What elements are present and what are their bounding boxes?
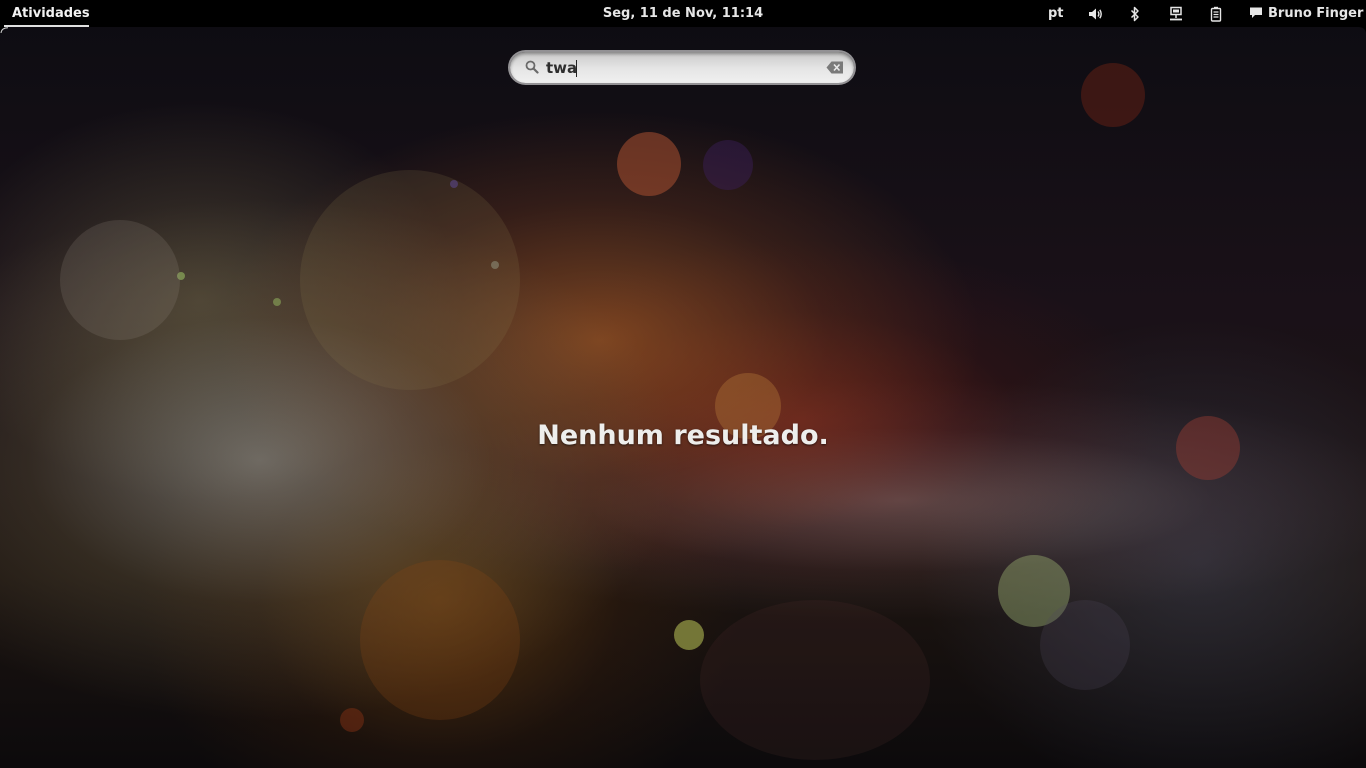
text-cursor [576,60,577,77]
panel-corner [0,27,1366,33]
bokeh-light [491,261,499,269]
bokeh-light [360,560,520,720]
search-input[interactable] [546,55,816,80]
chat-icon[interactable] [1248,5,1264,21]
search-icon [525,60,539,74]
battery-icon[interactable] [1208,6,1224,22]
bokeh-light [300,170,520,390]
bluetooth-icon[interactable] [1127,6,1143,22]
overview-background: Atividades Seg, 11 de Nov, 11:14 pt Brun… [0,0,1366,768]
bokeh-light [60,220,180,340]
bokeh-light [674,620,704,650]
bokeh-light [450,180,458,188]
network-wired-icon[interactable] [1168,6,1184,22]
no-results-message: Nenhum resultado. [537,420,829,451]
bokeh-light [340,708,364,732]
keyboard-layout-indicator[interactable]: pt [1048,0,1064,27]
user-menu-button[interactable]: Bruno Finger [1268,0,1363,27]
clear-icon[interactable] [826,61,844,74]
bokeh-light [700,600,930,760]
bokeh-light [273,298,281,306]
bokeh-light [703,140,753,190]
bokeh-light [1040,600,1130,690]
clock-button[interactable]: Seg, 11 de Nov, 11:14 [603,6,763,21]
volume-icon[interactable] [1087,6,1103,22]
bokeh-light [1081,63,1145,127]
search-box[interactable] [510,52,854,83]
top-bar: Atividades Seg, 11 de Nov, 11:14 pt Brun… [0,0,1366,27]
bokeh-light [617,132,681,196]
